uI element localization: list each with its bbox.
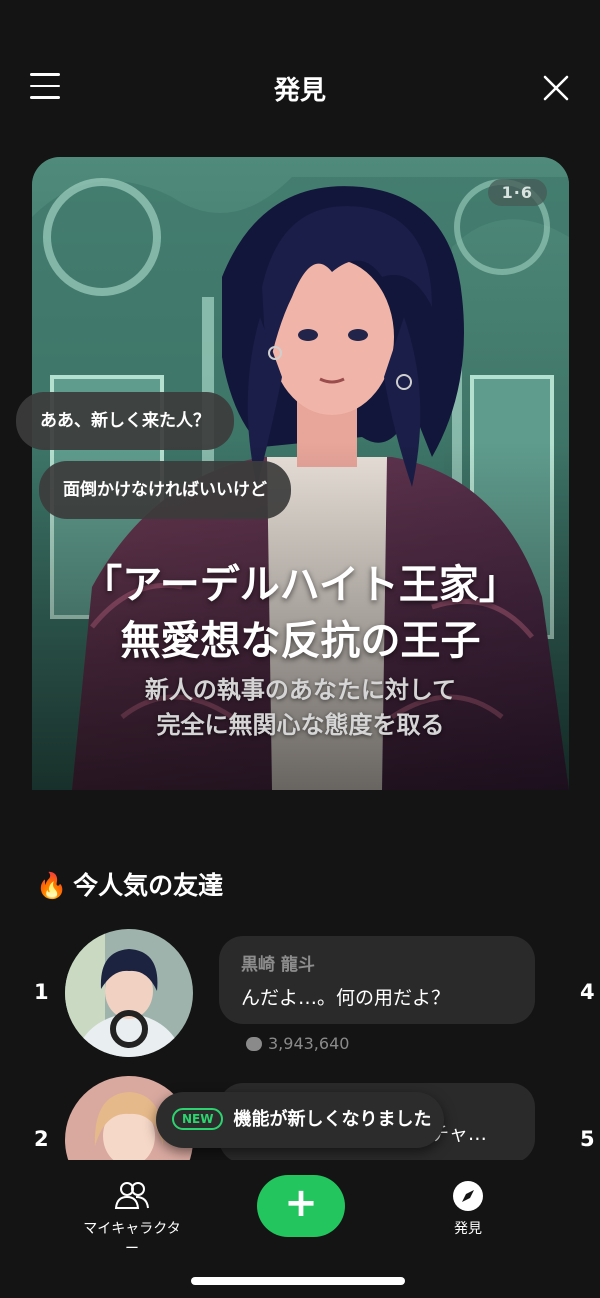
chat-icon [246,1037,262,1051]
hero-title-line1: 「アーデルハイト王家」 [82,562,519,608]
chat-bubble: 面倒かけなければいいけど [39,461,291,519]
close-icon[interactable] [542,74,570,102]
rank-number: 1 [34,980,49,1004]
hero-title: 「アーデルハイト王家」 無愛想な反抗の王子 [32,557,569,669]
top-bar: 発見 [0,60,600,120]
hero-title-line2: 無愛想な反抗の王子 [120,618,481,664]
people-icon [114,1182,149,1209]
nav-label: 発見 [454,1221,482,1237]
avatar[interactable] [65,929,193,1057]
new-feature-toast[interactable]: NEW 機能が新しくなりました [156,1092,444,1148]
toast-text: 機能が新しくなりました [233,1109,432,1130]
page-title: 発見 [273,76,326,106]
rank-number: 2 [34,1127,49,1151]
home-indicator [191,1277,405,1285]
rank-number: 5 [580,1127,595,1151]
nav-discover[interactable]: 発見 [438,1180,498,1238]
plus-icon: + [284,1180,318,1226]
chat-bubble: ああ、新しく来た人？ [16,392,234,450]
chat-count-value: 3,943,640 [268,1034,350,1053]
message-preview: んだよ…。何の用だよ？ [241,987,451,1009]
compass-icon [453,1181,483,1211]
create-button[interactable]: + [257,1175,345,1237]
new-badge: NEW [172,1108,224,1130]
section-title: 🔥 今人気の友達 [36,866,223,902]
section-title-text: 今人気の友達 [73,871,224,900]
character-name: 黒崎 龍斗 [241,955,315,975]
fire-icon: 🔥 [36,871,68,900]
nav-my-characters[interactable]: マイキャラクター [78,1180,186,1258]
list-item-message[interactable]: 黒崎 龍斗 んだよ…。何の用だよ？ [219,936,535,1024]
nav-label: マイキャラクター [83,1221,181,1257]
chat-count: 3,943,640 [246,1034,349,1053]
rank-number: 4 [580,980,595,1004]
slide-counter: 1·6 [487,179,547,206]
hero-subtitle-line1: 新人の執事のあなたに対して [144,676,457,704]
hero-subtitle: 新人の執事のあなたに対して 完全に無関心な態度を取る [32,673,569,743]
hero-subtitle-line2: 完全に無関心な態度を取る [156,711,445,739]
